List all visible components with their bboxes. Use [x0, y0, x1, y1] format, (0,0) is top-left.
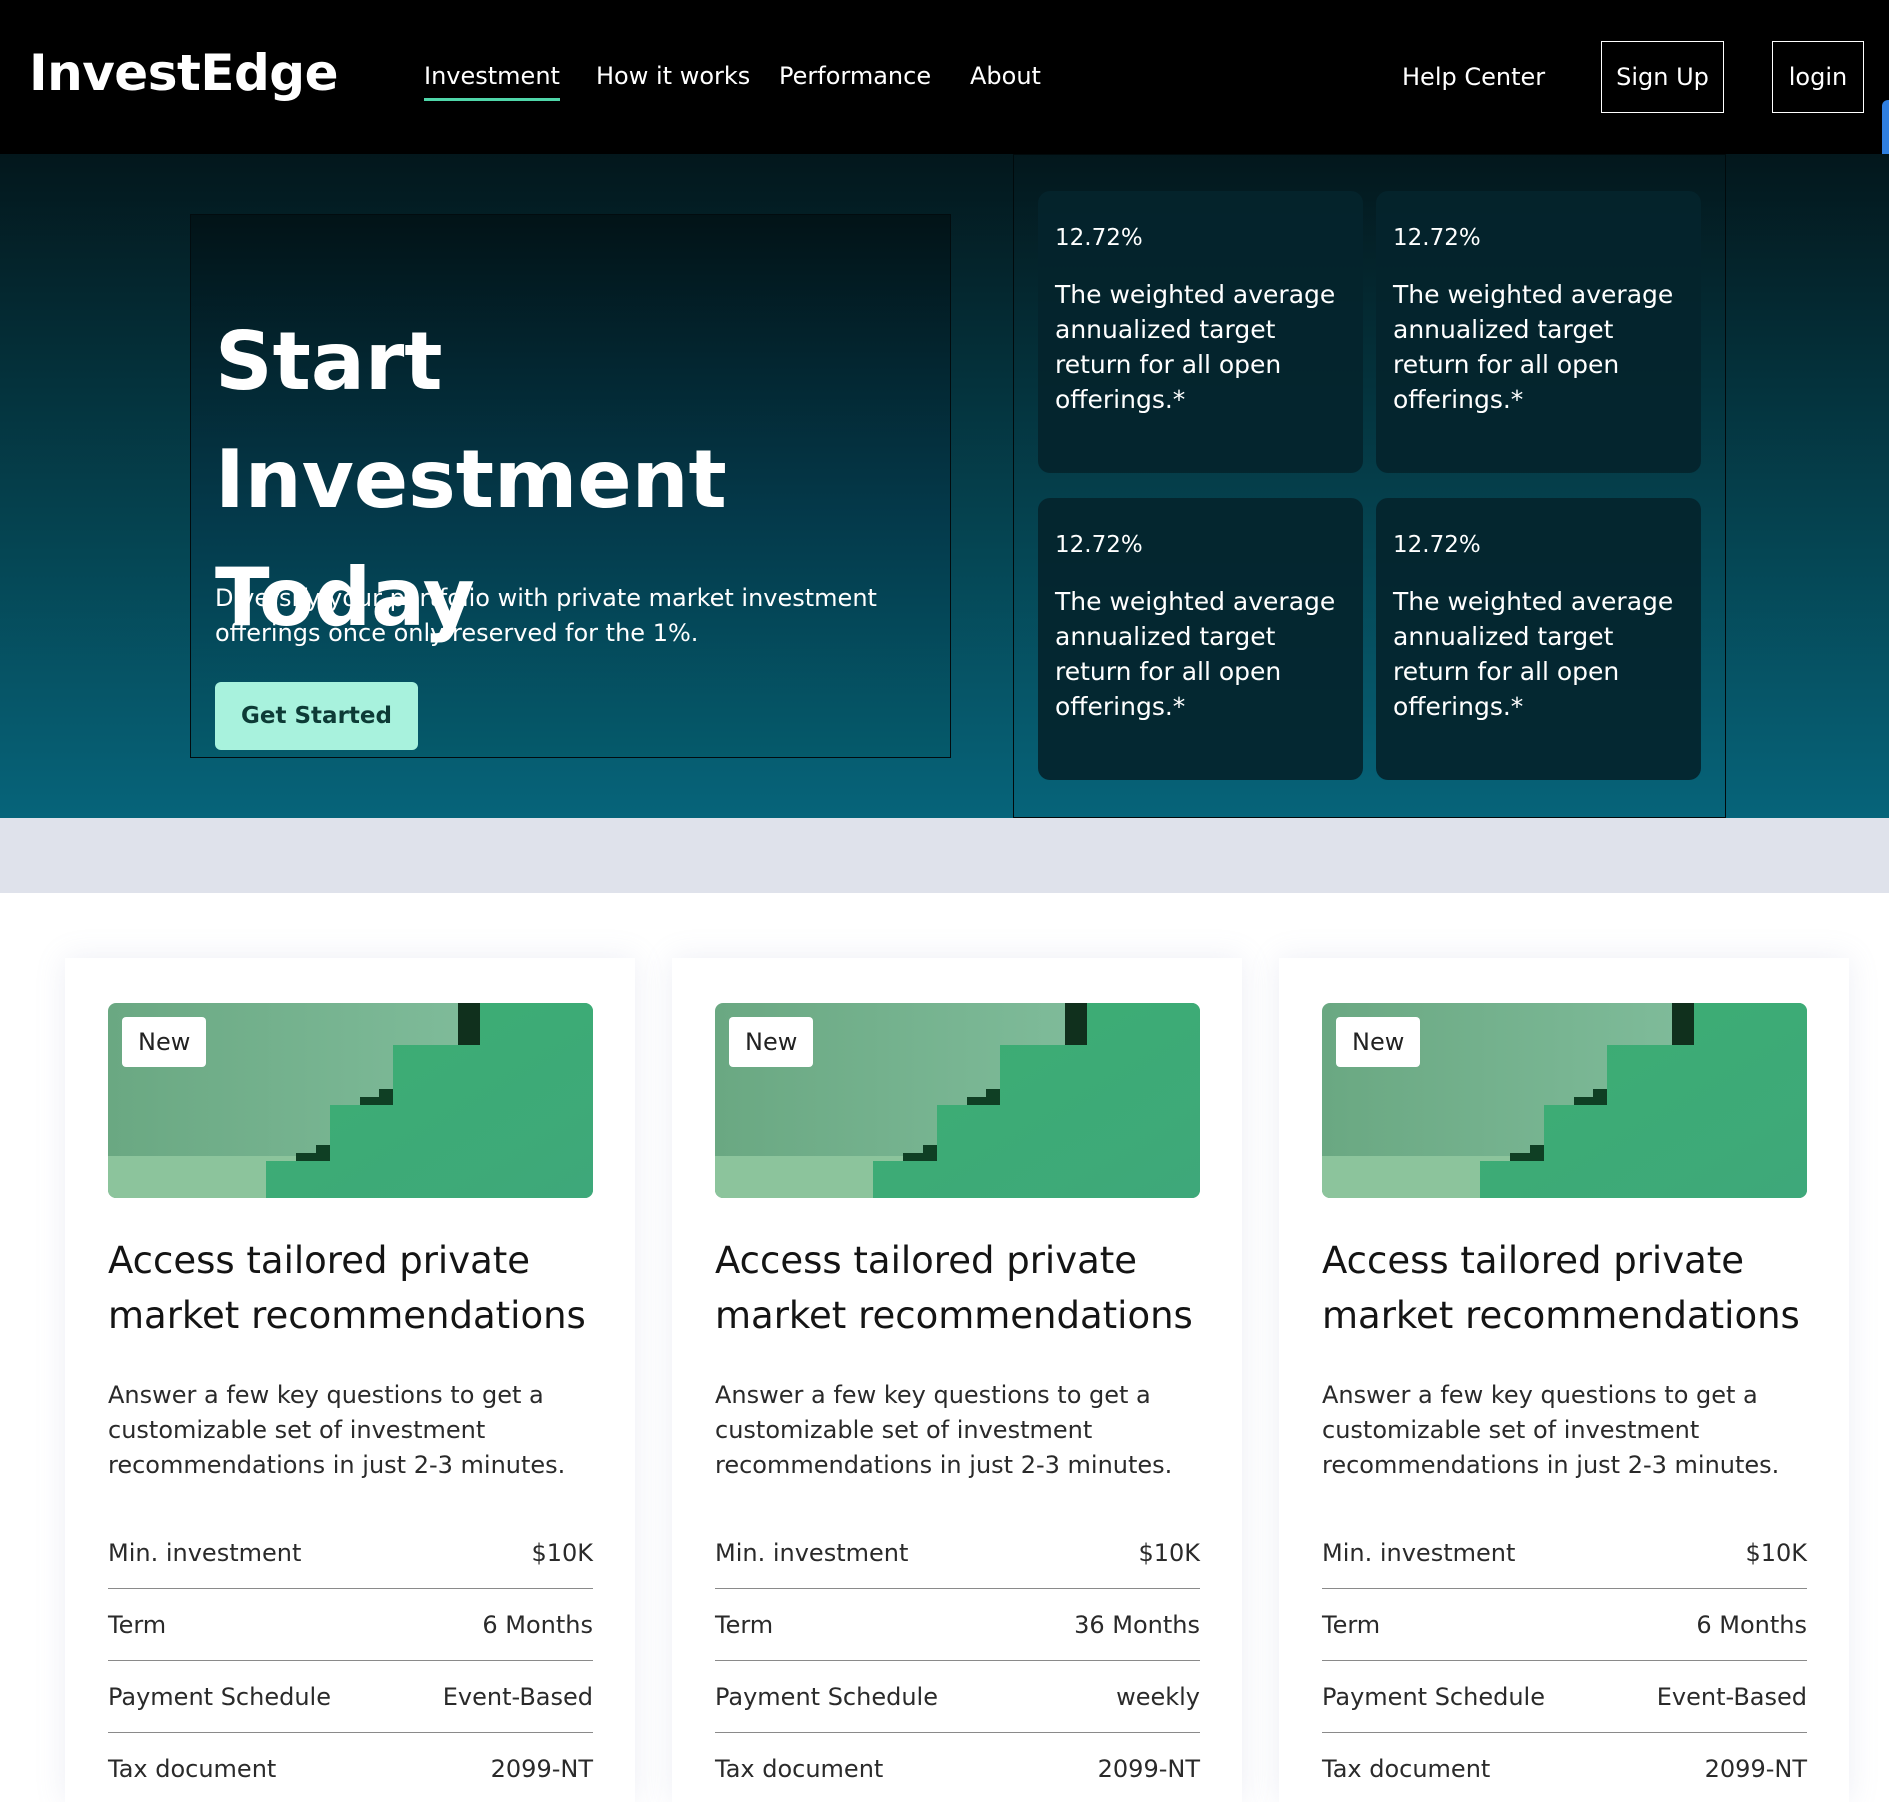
section-divider-band — [0, 818, 1889, 893]
nav-performance[interactable]: Performance — [779, 62, 931, 90]
new-badge: New — [1336, 1017, 1421, 1067]
stat-card: 12.72% The weighted average annualized t… — [1038, 498, 1363, 780]
row-label: Min. investment — [108, 1538, 302, 1567]
row-label: Term — [108, 1610, 167, 1639]
card-title: Access tailored private market recommend… — [715, 1239, 1193, 1337]
row-label: Min. investment — [1322, 1538, 1516, 1567]
row-label: Payment Schedule — [715, 1682, 938, 1711]
row-label: Min. investment — [715, 1538, 909, 1567]
stat-value: 12.72% — [1055, 225, 1143, 251]
stairs-image: New — [1322, 1003, 1807, 1198]
row-label: Payment Schedule — [1322, 1682, 1545, 1711]
new-badge: New — [729, 1017, 814, 1067]
stat-value: 12.72% — [1055, 532, 1143, 558]
card-title: Access tailored private market recommend… — [1322, 1239, 1800, 1337]
detail-row-payment-schedule: Payment Schedule Event-Based — [1322, 1661, 1807, 1733]
detail-row-term: Term 6 Months — [1322, 1589, 1807, 1661]
card-description: Answer a few key questions to get a cust… — [1322, 1381, 1780, 1479]
stat-description: The weighted average annualized target r… — [1393, 587, 1674, 721]
login-button[interactable]: login — [1772, 41, 1864, 113]
stairs-image: New — [108, 1003, 593, 1198]
row-value: $10K — [531, 1538, 593, 1567]
row-value: 6 Months — [482, 1610, 593, 1639]
nav-investment[interactable]: Investment — [424, 62, 560, 101]
row-label: Term — [715, 1610, 774, 1639]
new-badge: New — [122, 1017, 207, 1067]
stat-value: 12.72% — [1393, 225, 1481, 251]
row-label: Payment Schedule — [108, 1682, 331, 1711]
stairs-image: New — [715, 1003, 1200, 1198]
stat-description: The weighted average annualized target r… — [1055, 280, 1336, 414]
row-value: Event-Based — [1656, 1682, 1807, 1711]
row-label: Tax document — [715, 1755, 884, 1783]
row-label: Term — [1322, 1610, 1381, 1639]
detail-row-payment-schedule: Payment Schedule Event-Based — [108, 1661, 593, 1733]
detail-row-min-investment: Min. investment $10K — [108, 1517, 593, 1589]
hero-box: Start Investment Today Diversify your po… — [190, 214, 951, 758]
row-value: $10K — [1745, 1538, 1807, 1567]
row-value: weekly — [1116, 1682, 1200, 1711]
card-description: Answer a few key questions to get a cust… — [108, 1381, 566, 1479]
row-value: 2099-NT — [1097, 1755, 1200, 1783]
hero-description: Diversify your portfolio with private ma… — [215, 584, 877, 647]
stat-description: The weighted average annualized target r… — [1393, 280, 1674, 414]
stat-card: 12.72% The weighted average annualized t… — [1038, 191, 1363, 473]
row-value: 2099-NT — [490, 1755, 593, 1783]
row-label: Tax document — [1322, 1755, 1491, 1783]
row-value: 6 Months — [1696, 1610, 1807, 1639]
detail-row-payment-schedule: Payment Schedule weekly — [715, 1661, 1200, 1733]
hero-section: Start Investment Today Diversify your po… — [0, 154, 1889, 818]
card-description: Answer a few key questions to get a cust… — [715, 1381, 1173, 1479]
detail-row-term: Term 36 Months — [715, 1589, 1200, 1661]
offering-card[interactable]: New Access tailored private market recom… — [1279, 958, 1849, 1802]
card-title: Access tailored private market recommend… — [108, 1239, 586, 1337]
stats-panel: 12.72% The weighted average annualized t… — [1013, 154, 1726, 818]
logo[interactable]: InvestEdge — [29, 44, 339, 102]
help-center-link[interactable]: Help Center — [1402, 63, 1545, 91]
sign-up-button[interactable]: Sign Up — [1601, 41, 1724, 113]
stat-card: 12.72% The weighted average annualized t… — [1376, 191, 1701, 473]
top-navbar: InvestEdge Investment How it works Perfo… — [0, 0, 1889, 172]
nav-how-it-works[interactable]: How it works — [596, 62, 750, 90]
row-value: $10K — [1138, 1538, 1200, 1567]
offering-card[interactable]: New Access tailored private market recom… — [65, 958, 635, 1802]
row-value: Event-Based — [442, 1682, 593, 1711]
get-started-button[interactable]: Get Started — [215, 682, 418, 750]
detail-row-min-investment: Min. investment $10K — [1322, 1517, 1807, 1589]
detail-row-tax-document: Tax document 2099-NT — [715, 1733, 1200, 1802]
row-value: 2099-NT — [1704, 1755, 1807, 1783]
nav-about[interactable]: About — [970, 62, 1041, 90]
detail-row-min-investment: Min. investment $10K — [715, 1517, 1200, 1589]
row-value: 36 Months — [1074, 1610, 1200, 1639]
stat-description: The weighted average annualized target r… — [1055, 587, 1336, 721]
stat-value: 12.72% — [1393, 532, 1481, 558]
detail-row-tax-document: Tax document 2099-NT — [108, 1733, 593, 1802]
row-label: Tax document — [108, 1755, 277, 1783]
detail-row-tax-document: Tax document 2099-NT — [1322, 1733, 1807, 1802]
detail-row-term: Term 6 Months — [108, 1589, 593, 1661]
stat-card: 12.72% The weighted average annualized t… — [1376, 498, 1701, 780]
offering-card[interactable]: New Access tailored private market recom… — [672, 958, 1242, 1802]
